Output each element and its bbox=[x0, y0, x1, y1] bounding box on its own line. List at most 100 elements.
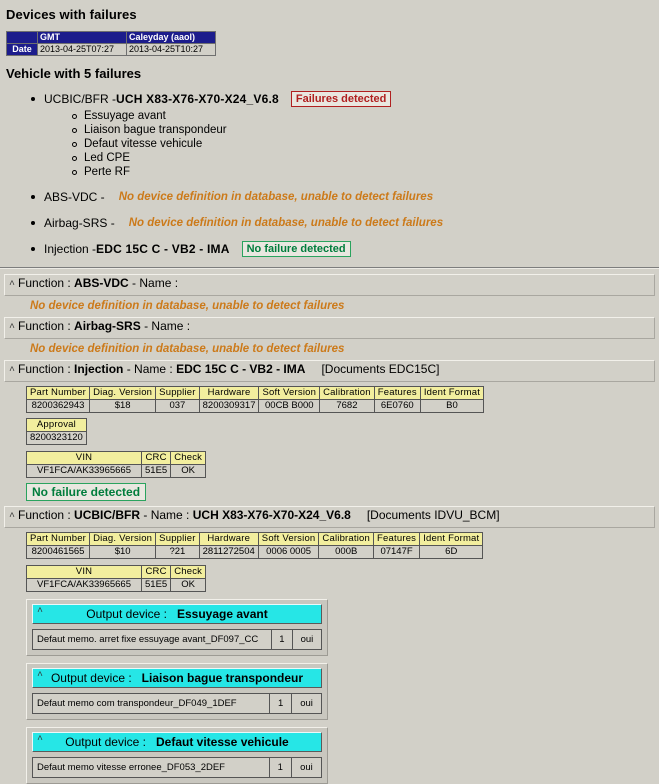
table-row: Defaut memo com transpondeur_DF049_1DEF … bbox=[31, 693, 322, 714]
function-prefix: Function : bbox=[18, 319, 75, 333]
cell-ident-format: 6D bbox=[419, 545, 484, 559]
cell-calibration: 000B bbox=[318, 545, 375, 559]
cell-hardware: 2811272504 bbox=[198, 545, 259, 559]
output-device-panel-liaison-bague-transpondeur: ^ Output device : Liaison bague transponde… bbox=[26, 663, 328, 720]
output-device-header[interactable]: ^ Output device : Essuyage avant bbox=[32, 604, 322, 624]
table-row: 8200461565 $10 ?21 2811272504 0006 0005 … bbox=[25, 545, 484, 559]
list-item-device-airbag-srs: Airbag-SRS - No device definition in dat… bbox=[30, 215, 659, 231]
column-header-calibration: Calibration bbox=[318, 532, 375, 546]
cell-part-number: 8200362943 bbox=[25, 399, 91, 413]
column-header-ident-format: Ident Format bbox=[419, 532, 484, 546]
table-row: 8200323120 bbox=[26, 431, 87, 445]
table-row: VF1FCA/AK33965665 51E5 OK bbox=[26, 578, 207, 592]
ucbic-params-table: Part Number Diag. Version Supplier Hardw… bbox=[25, 532, 484, 559]
collapse-caret-icon[interactable]: ^ bbox=[37, 605, 43, 621]
table-row: VF1FCA/AK33965665 51E5 OK bbox=[26, 464, 207, 478]
no-definition-message-airbag-srs: No device definition in database, unable… bbox=[30, 343, 345, 355]
output-device-table: Defaut memo com transpondeur_DF049_1DEF … bbox=[31, 693, 322, 714]
column-header-approval: Approval bbox=[26, 418, 87, 432]
column-header-part-number: Part Number bbox=[25, 386, 91, 400]
table-row: Defaut memo vitesse erronee_DF053_2DEF 1… bbox=[32, 757, 323, 778]
column-header-vin: VIN bbox=[26, 565, 142, 579]
output-device-name: Defaut vitesse vehicule bbox=[155, 735, 289, 749]
cell-diag-version: $10 bbox=[89, 545, 157, 559]
function-name: Airbag-SRS bbox=[74, 319, 141, 333]
column-header-local: Caleyday (aaol) bbox=[126, 31, 216, 44]
column-header-features: Features bbox=[373, 386, 421, 400]
collapse-caret-icon[interactable]: ^ bbox=[9, 280, 15, 291]
collapse-caret-icon[interactable]: ^ bbox=[9, 512, 15, 523]
collapse-caret-icon[interactable]: ^ bbox=[9, 323, 15, 334]
function-name: Injection bbox=[74, 362, 124, 376]
cell-fault-flag: oui bbox=[291, 629, 323, 650]
status-badge-no-failure-detected: No failure detected bbox=[26, 483, 147, 501]
table-header-row: VIN CRC Check bbox=[26, 565, 207, 579]
function-bar-airbag-srs[interactable]: ^ Function : Airbag-SRS - Name : bbox=[4, 317, 655, 339]
column-header-vin: VIN bbox=[26, 451, 142, 465]
table-header-row: VIN CRC Check bbox=[26, 451, 207, 465]
column-header-supplier: Supplier bbox=[155, 532, 200, 546]
function-bar-ucbic-bfr[interactable]: ^ Function : UCBIC/BFR - Name : UCH X83-X… bbox=[4, 506, 655, 528]
failure-list-ucbic: Essuyage avant Liaison bague transpondeu… bbox=[44, 109, 659, 179]
injection-vin-table-wrap: VIN CRC Check VF1FCA/AK33965665 51E5 OK bbox=[26, 451, 659, 478]
device-line: Airbag-SRS - No device definition in dat… bbox=[44, 215, 659, 231]
device-name-label: UCH X83-X76-X70-X24_V6.8 bbox=[116, 92, 279, 106]
no-definition-message: No device definition in database, unable… bbox=[118, 191, 434, 203]
injection-params-table: Part Number Diag. Version Supplier Hardw… bbox=[25, 386, 485, 413]
cell-fault-description: Defaut memo com transpondeur_DF049_1DEF bbox=[31, 693, 271, 714]
documents-link-idvu-bcm[interactable]: [Documents IDVU_BCM] bbox=[367, 508, 500, 522]
table-header-row: Part Number Diag. Version Supplier Hardw… bbox=[25, 532, 484, 546]
column-header-soft-version: Soft Version bbox=[258, 386, 321, 400]
column-header-hardware: Hardware bbox=[198, 532, 259, 546]
function-bar-injection[interactable]: ^ Function : Injection - Name : EDC 15C C… bbox=[4, 360, 655, 382]
cell-local-value: 2013-04-25T10:27 bbox=[126, 43, 216, 56]
cell-diag-version: $18 bbox=[89, 399, 157, 413]
column-header-ident-format: Ident Format bbox=[419, 386, 485, 400]
table-corner-cell bbox=[6, 31, 38, 44]
table-header-row: Part Number Diag. Version Supplier Hardw… bbox=[25, 386, 485, 400]
collapse-caret-icon[interactable]: ^ bbox=[37, 733, 43, 749]
collapse-caret-icon[interactable]: ^ bbox=[9, 366, 15, 377]
column-header-supplier: Supplier bbox=[155, 386, 200, 400]
output-device-name: Essuyage avant bbox=[177, 607, 268, 621]
function-mid: - Name : bbox=[140, 319, 191, 333]
device-summary-list: UCBIC/BFR - UCH X83-X76-X70-X24_V6.8 Fai… bbox=[0, 91, 659, 257]
function-prefix: Function : bbox=[18, 508, 75, 522]
cell-supplier: 037 bbox=[155, 399, 200, 413]
page-title: Devices with failures bbox=[6, 7, 137, 22]
device-name-label: EDC 15C C - VB2 - IMA bbox=[96, 242, 230, 256]
cell-features: 6E0760 bbox=[373, 399, 421, 413]
device-function-label: Airbag-SRS - bbox=[44, 216, 115, 230]
function-prefix: Function : bbox=[18, 362, 75, 376]
output-device-header[interactable]: ^ Output device : Liaison bague transponde… bbox=[32, 668, 322, 688]
cell-fault-flag: oui bbox=[291, 693, 322, 714]
timestamp-table: GMT Caleyday (aaol) Date 2013-04-25T07:2… bbox=[6, 31, 216, 56]
ucbic-vin-table-wrap: VIN CRC Check VF1FCA/AK33965665 51E5 OK bbox=[26, 565, 659, 592]
function-device-name: EDC 15C C - VB2 - IMA bbox=[176, 362, 306, 376]
column-header-diag-version: Diag. Version bbox=[89, 386, 157, 400]
function-bar-abs-vdc[interactable]: ^ Function : ABS-VDC - Name : bbox=[4, 274, 655, 296]
cell-approval-value: 8200323120 bbox=[26, 431, 87, 445]
cell-supplier: ?21 bbox=[155, 545, 200, 559]
list-item-device-injection: Injection - EDC 15C C - VB2 - IMA No fai… bbox=[30, 241, 659, 257]
approval-table: Approval 8200323120 bbox=[26, 418, 87, 445]
cell-hardware: 8200309317 bbox=[198, 399, 260, 413]
output-device-name: Liaison bague transpondeur bbox=[141, 671, 304, 685]
column-header-soft-version: Soft Version bbox=[257, 532, 320, 546]
table-row: 8200362943 $18 037 8200309317 00CB B000 … bbox=[25, 399, 485, 413]
injection-params-table-wrap: Part Number Diag. Version Supplier Hardw… bbox=[25, 386, 659, 413]
cell-fault-description: Defaut memo vitesse erronee_DF053_2DEF bbox=[32, 757, 270, 778]
status-badge-no-failure: No failure detected bbox=[241, 241, 351, 257]
cell-fault-count: 1 bbox=[268, 757, 292, 778]
output-device-header[interactable]: ^ Output device : Defaut vitesse vehicule bbox=[32, 732, 322, 752]
documents-link-edc15c[interactable]: [Documents EDC15C] bbox=[321, 362, 439, 376]
vehicle-failures-title: Vehicle with 5 failures bbox=[6, 66, 142, 81]
cell-calibration: 7682 bbox=[319, 399, 375, 413]
device-line: Injection - EDC 15C C - VB2 - IMA No fai… bbox=[44, 241, 659, 257]
table-row: Defaut memo. arret fixe essuyage avant_D… bbox=[32, 629, 323, 650]
no-definition-message: No device definition in database, unable… bbox=[128, 217, 444, 229]
cell-gmt-value: 2013-04-25T07:27 bbox=[37, 43, 127, 56]
collapse-caret-icon[interactable]: ^ bbox=[37, 669, 43, 685]
